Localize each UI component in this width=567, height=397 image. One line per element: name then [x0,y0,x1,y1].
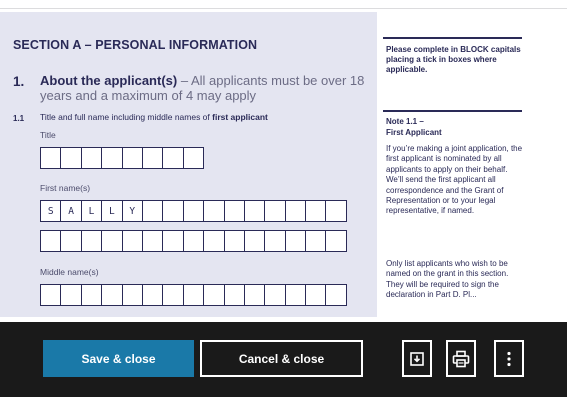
char-box[interactable] [182,230,205,252]
note-paragraph-2: Only list applicants who wish to be name… [386,259,509,300]
char-box[interactable] [325,284,347,306]
subquestion-prefix: Title and full name including middle nam… [40,112,213,122]
char-box[interactable] [325,200,347,222]
char-box[interactable] [182,147,205,169]
char-box[interactable] [162,200,184,222]
document-page[interactable]: SECTION A – PERSONAL INFORMATION 1. Abou… [0,0,567,322]
char-box[interactable]: A [60,200,82,222]
first-name-label: First name(s) [40,183,91,193]
char-box[interactable] [203,200,225,222]
char-box[interactable] [182,284,205,306]
char-box[interactable] [40,230,62,252]
char-box[interactable] [305,230,327,252]
first-name-field-row-1[interactable]: SALLY [40,200,347,222]
title-field[interactable] [40,147,205,169]
note-subtitle: First Applicant [386,128,442,137]
char-box[interactable] [162,230,184,252]
document-viewer: SECTION A – PERSONAL INFORMATION 1. Abou… [0,0,567,397]
char-box[interactable] [162,284,184,306]
print-icon [452,350,470,367]
char-box[interactable] [305,284,327,306]
save-close-button[interactable]: Save & close [43,340,194,377]
char-box[interactable] [223,230,245,252]
char-box[interactable] [80,284,103,306]
char-box[interactable] [325,230,347,252]
char-box[interactable] [243,284,266,306]
instruction-text: Please complete in BLOCK capitals placin… [386,45,521,74]
middle-name-label: Middle name(s) [40,267,99,277]
char-box[interactable] [101,230,123,252]
note-rule [383,110,522,112]
middle-name-field[interactable] [40,284,347,306]
char-box[interactable] [40,147,62,169]
question-number: 1. [13,74,25,89]
char-box[interactable] [80,147,103,169]
note-title: Note 1.1 – [386,117,424,126]
char-box[interactable] [223,284,245,306]
title-label: Title [40,130,56,140]
char-box[interactable] [203,284,225,306]
char-box[interactable] [141,284,164,306]
char-box[interactable] [141,147,164,169]
char-box[interactable] [40,284,62,306]
char-box[interactable] [141,230,164,252]
char-box[interactable] [264,230,286,252]
char-box[interactable] [121,147,143,169]
question-title: About the applicant(s) [40,73,178,88]
subquestion-emphasis: first applicant [212,112,268,122]
download-icon [410,351,424,366]
download-button[interactable] [402,340,432,377]
char-box[interactable] [284,200,307,222]
char-box[interactable] [60,147,82,169]
char-box[interactable] [162,147,184,169]
char-box[interactable] [203,230,225,252]
char-box[interactable] [141,200,164,222]
question-heading: About the applicant(s) – All applicants … [40,73,375,103]
section-title: SECTION A – PERSONAL INFORMATION [13,38,258,52]
first-name-field-row-2[interactable] [40,230,347,252]
char-box[interactable] [60,230,82,252]
note-paragraph-1: If you’re making a joint application, th… [386,144,523,216]
char-box[interactable] [121,230,143,252]
char-box[interactable] [284,284,307,306]
more-vertical-icon [507,351,511,366]
more-options-button[interactable] [494,340,524,377]
char-box[interactable] [264,284,286,306]
print-button[interactable] [446,340,476,377]
char-box[interactable] [121,284,143,306]
char-box[interactable]: L [101,200,123,222]
char-box[interactable]: Y [121,200,143,222]
char-box[interactable]: S [40,200,62,222]
char-box[interactable] [284,230,307,252]
char-box[interactable] [182,200,205,222]
char-box[interactable] [223,200,245,222]
char-box[interactable] [243,200,266,222]
instruction-rule [383,37,522,39]
char-box[interactable] [60,284,82,306]
char-box[interactable] [80,230,103,252]
char-box[interactable]: L [80,200,103,222]
cancel-close-button[interactable]: Cancel & close [200,340,363,377]
subquestion-number: 1.1 [13,114,25,123]
subquestion-text: Title and full name including middle nam… [40,112,268,122]
char-box[interactable] [243,230,266,252]
char-box[interactable] [101,147,123,169]
char-box[interactable] [305,200,327,222]
char-box[interactable] [264,200,286,222]
char-box[interactable] [101,284,123,306]
page-top-border [0,8,567,9]
